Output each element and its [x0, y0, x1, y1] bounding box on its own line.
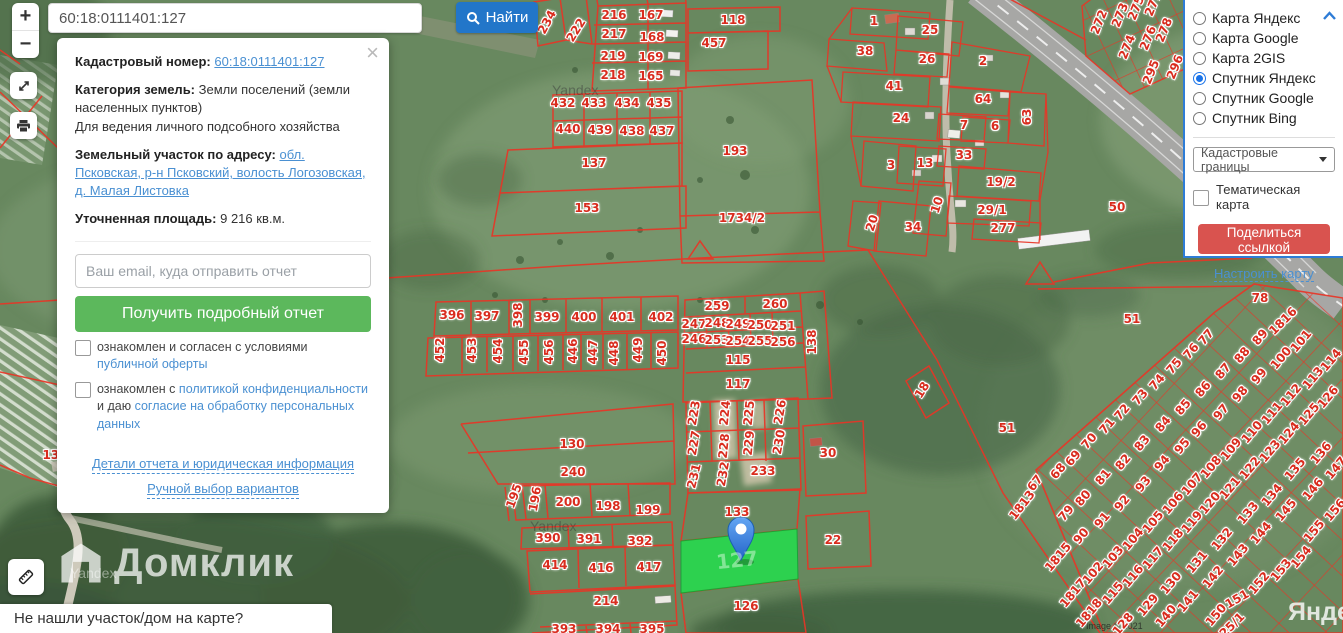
offer-agree-text: ознакомлен и согласен с условиями публич… [97, 339, 308, 372]
area-row: Уточненная площадь: 9 216 кв.м. [75, 210, 371, 228]
address-label: Земельный участок по адресу: [75, 146, 276, 162]
public-offer-link[interactable]: публичной оферты [97, 357, 207, 371]
boundaries-select-value: Кадастровые границы [1201, 145, 1278, 174]
selected-parcel-number: 127 [714, 545, 760, 575]
privacy-agree-row: ознакомлен с политикой конфиденциальност… [75, 381, 371, 434]
close-icon[interactable]: × [366, 42, 379, 64]
report-details-link[interactable]: Детали отчета и юридическая информация [91, 455, 355, 475]
map-viewport[interactable]: Yandex Yandex Yandex Домклик Яндекс Imag… [0, 0, 1343, 633]
offer-agree-checkbox[interactable] [75, 339, 91, 356]
privacy-agree-text: ознакомлен с политикой конфиденциальност… [97, 381, 368, 431]
email-input[interactable] [75, 253, 371, 288]
layer-option-label: Карта Google [1212, 30, 1299, 46]
manual-choice-link[interactable]: Ручной выбор вариантов [147, 480, 299, 500]
layer-option[interactable]: Спутник Bing [1193, 108, 1335, 128]
radio-icon[interactable] [1193, 51, 1206, 65]
radio-icon[interactable] [1193, 31, 1206, 45]
measure-tool-button[interactable] [8, 559, 44, 595]
expand-arrows-icon [18, 80, 29, 91]
configure-map-link[interactable]: Настроить карту [1214, 266, 1314, 282]
cadastral-number-row: Кадастровый номер: 60:18:0111401:127 [75, 53, 371, 71]
offer-agree-row: ознакомлен и согласен с условиями публич… [75, 339, 371, 374]
cadastral-search-input[interactable] [48, 3, 422, 33]
parcel-info-panel: × Кадастровый номер: 60:18:0111401:127 К… [57, 38, 389, 514]
find-button[interactable]: Найти [456, 2, 538, 33]
map-layers-panel: Карта Яндекс Карта Google Карта 2GIS Спутни… [1183, 0, 1343, 282]
land-category-row: Категория земель: Земли поселений (земли… [75, 81, 371, 136]
layer-option-label: Карта 2GIS [1212, 50, 1286, 66]
zoom-in-button[interactable]: + [12, 3, 39, 30]
zoom-out-button[interactable]: − [12, 30, 39, 58]
find-button-label: Найти [485, 9, 529, 26]
layer-option[interactable]: Карта Google [1193, 28, 1335, 48]
printer-icon [17, 119, 30, 132]
address-row: Земельный участок по адресу: обл. Псковс… [75, 146, 371, 201]
cadastral-number-link[interactable]: 60:18:0111401:127 [214, 54, 324, 69]
configure-map-row: Настроить карту [1193, 266, 1335, 282]
area-value: 9 216 кв.м. [220, 211, 286, 227]
layer-option-label: Спутник Яндекс [1212, 70, 1316, 86]
collapse-panel-icon[interactable] [1322, 8, 1337, 26]
cadastral-number-label: Кадастровый номер: [75, 54, 211, 69]
radio-icon[interactable] [1193, 11, 1206, 25]
radio-icon[interactable] [1193, 91, 1206, 105]
layer-option-label: Карта Яндекс [1212, 10, 1301, 26]
search-icon [466, 11, 480, 25]
chevron-down-icon [1319, 157, 1327, 162]
layer-option[interactable]: Карта 2GIS [1193, 48, 1335, 68]
panel-footer-links: Детали отчета и юридическая информация Р… [75, 449, 371, 500]
layer-option[interactable]: Спутник Яндекс [1193, 68, 1335, 88]
share-link-button[interactable]: Поделиться ссылкой [1198, 224, 1330, 255]
boundaries-select[interactable]: Кадастровые границы [1193, 145, 1335, 174]
thematic-map-label: Тематическая карта [1216, 182, 1301, 212]
privacy-policy-link[interactable]: политикой конфиденциальности [179, 382, 368, 396]
thematic-map-row: Тематическая карта [1193, 182, 1335, 212]
privacy-agree-checkbox[interactable] [75, 381, 91, 398]
land-use-value: Для ведения личного подсобного хозяйства [75, 118, 340, 134]
ruler-icon [18, 569, 34, 585]
layer-options: Карта Яндекс Карта Google Карта 2GIS Спутни… [1193, 8, 1335, 128]
layer-option-label: Спутник Google [1212, 90, 1314, 106]
area-label: Уточненная площадь: [75, 211, 217, 227]
land-category-label: Категория земель: [75, 82, 196, 98]
radio-selected-icon[interactable] [1193, 71, 1206, 85]
not-found-bar[interactable]: Не нашли участок/дом на карте? [0, 604, 332, 633]
zoom-controls: + − [12, 3, 39, 58]
print-button[interactable] [10, 112, 37, 139]
not-found-text: Не нашли участок/дом на карте? [14, 610, 244, 627]
thematic-map-checkbox[interactable] [1193, 189, 1209, 206]
layer-option[interactable]: Карта Яндекс [1193, 8, 1335, 28]
layer-option[interactable]: Спутник Google [1193, 88, 1335, 108]
layer-option-label: Спутник Bing [1212, 110, 1297, 126]
personal-data-link[interactable]: согласие на обработку персональных данны… [97, 399, 354, 431]
fullscreen-button[interactable] [10, 72, 37, 99]
radio-icon[interactable] [1193, 111, 1206, 125]
get-report-button[interactable]: Получить подробный отчет [75, 295, 371, 332]
